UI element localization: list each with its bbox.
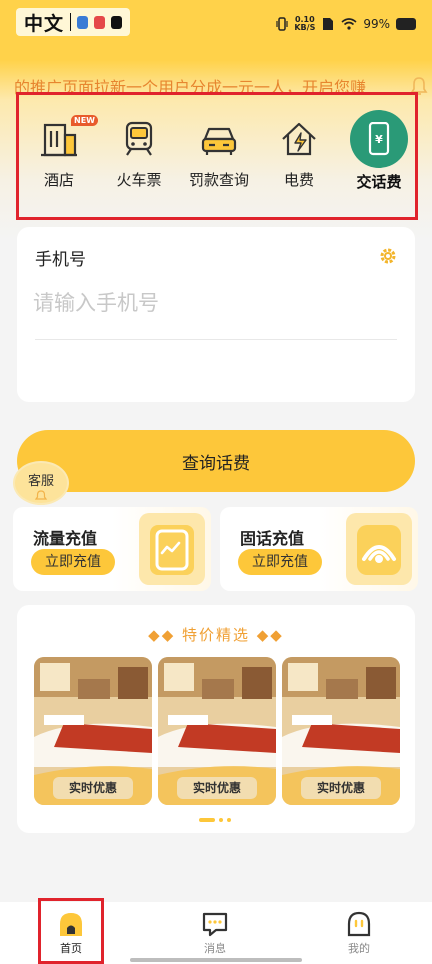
customer-service-label: 客服 [27,474,54,489]
wifi-icon [341,18,357,30]
app-icon [94,15,106,29]
carousel-indicator [199,818,231,822]
data-plan-icon [150,525,194,575]
svg-text:¥: ¥ [375,133,383,146]
tab-label: 消息 [204,942,226,955]
nav-label: 火车票 [116,171,162,189]
network-speed-unit: KB/S [294,23,316,32]
recharge-now-button[interactable]: 立即充值 [238,549,322,575]
phone-bill-icon: ¥ [368,122,390,156]
nav-label: 罚款查询 [188,171,249,189]
nav-label: 交话费 [356,173,402,191]
tiktok-icon [111,15,123,29]
recharge-now-button[interactable]: 立即充值 [31,549,115,575]
recharge-art [139,513,205,585]
tab-label: 我的 [348,942,370,955]
deal-badge: 实时优惠 [301,777,381,799]
data-recharge-card[interactable]: 流量充值 立即充值 [13,507,211,591]
divider [70,13,72,31]
query-bill-button[interactable]: 查询话费 [17,430,415,492]
gesture-bar[interactable] [130,958,302,962]
battery-level: 99% [363,17,390,31]
featured-card[interactable]: 实时优惠 [158,657,276,805]
status-icons: 0.10 KB/S 99% [276,16,416,32]
gear-icon[interactable] [379,247,397,265]
train-icon [125,121,153,156]
app-icon [77,15,89,29]
battery-icon [396,18,416,30]
profile-icon [347,911,371,937]
customer-service-button[interactable]: 客服 [13,461,69,505]
nav-item-hotel[interactable]: NEW 酒店 [21,115,98,209]
new-badge: NEW [71,115,98,126]
deal-badge: 实时优惠 [177,777,257,799]
featured-card[interactable]: 实时优惠 [282,657,400,805]
language-label: 中文 [24,12,65,35]
car-icon [201,127,237,155]
deal-badge: 实时优惠 [53,777,133,799]
language-indicator: 中文 [16,8,131,36]
quick-service-nav: NEW 酒店 火车票 罚款查询 电费 ¥ 交话费 [16,92,418,220]
bell-icon [34,490,48,500]
divider [35,339,397,340]
tab-profile[interactable]: 我的 [324,902,394,964]
tab-messages[interactable]: 消息 [180,902,250,964]
status-bar: 中文 0.10 KB/S 99% [0,0,432,52]
sim-icon [323,18,334,30]
featured-title: ◆◆ 特价精选 ◆◆ [148,626,284,644]
electricity-icon [282,122,316,156]
phone-label: 手机号 [35,250,86,270]
nav-item-phone-bill[interactable]: ¥ 交话费 [341,110,417,209]
network-speed: 0.10 KB/S [294,16,315,32]
nav-label: 电费 [283,171,314,189]
recharge-title: 流量充值 [33,529,98,548]
landline-recharge-card[interactable]: 固话充值 立即充值 [220,507,418,591]
active-indicator: ¥ [350,110,408,168]
featured-deals-panel: ◆◆ 特价精选 ◆◆ 实时优惠 实时优惠 实时优惠 [17,605,415,833]
nav-item-electricity[interactable]: 电费 [261,119,337,209]
featured-card[interactable]: 实时优惠 [34,657,152,805]
nav-item-fine-query[interactable]: 罚款查询 [181,119,257,209]
phone-number-input[interactable] [33,283,397,323]
nav-label: 酒店 [43,171,74,189]
recharge-title: 固话充值 [240,529,305,548]
vibrate-icon [276,17,288,31]
recharge-art [346,513,412,585]
highlight-box [38,898,104,964]
phone-input-card: 手机号 [17,227,415,402]
message-icon [202,912,228,937]
nav-item-train[interactable]: 火车票 [101,119,177,209]
landline-icon [357,525,401,575]
